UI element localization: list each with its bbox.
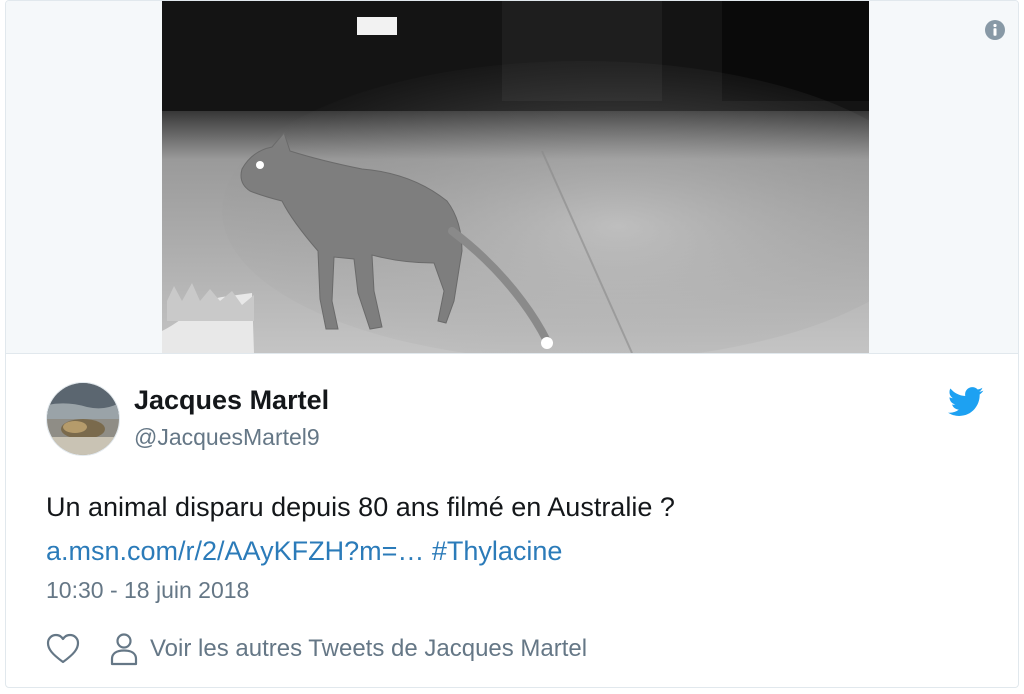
avatar[interactable]: [46, 382, 120, 456]
embedded-tweet-card: Jacques Martel @JacquesMartel9 Un animal…: [5, 0, 1019, 688]
author-handle[interactable]: @JacquesMartel9: [134, 424, 320, 451]
more-tweets-link[interactable]: Voir les autres Tweets de Jacques Martel: [150, 635, 587, 663]
tweet-actions: Voir les autres Tweets de Jacques Martel: [46, 629, 587, 669]
hashtag-link[interactable]: #Thylacine: [432, 536, 563, 566]
info-icon[interactable]: [984, 19, 1006, 41]
tweet-text: Un animal disparu depuis 80 ans filmé en…: [46, 485, 986, 573]
tweet-link[interactable]: a.msn.com/r/2/AAyKFZH?m=…: [46, 536, 424, 566]
tweet-timestamp[interactable]: 10:30 - 18 juin 2018: [46, 577, 249, 604]
media-area: [6, 1, 1018, 354]
author-name[interactable]: Jacques Martel: [134, 385, 329, 416]
person-icon[interactable]: [110, 632, 138, 666]
tweet-links-line: a.msn.com/r/2/AAyKFZH?m=… #Thylacine: [46, 529, 986, 573]
heart-icon[interactable]: [46, 633, 80, 665]
twitter-bird-icon[interactable]: [948, 387, 984, 417]
tweet-photo[interactable]: [162, 1, 869, 353]
tweet-body: Un animal disparu depuis 80 ans filmé en…: [46, 492, 675, 522]
